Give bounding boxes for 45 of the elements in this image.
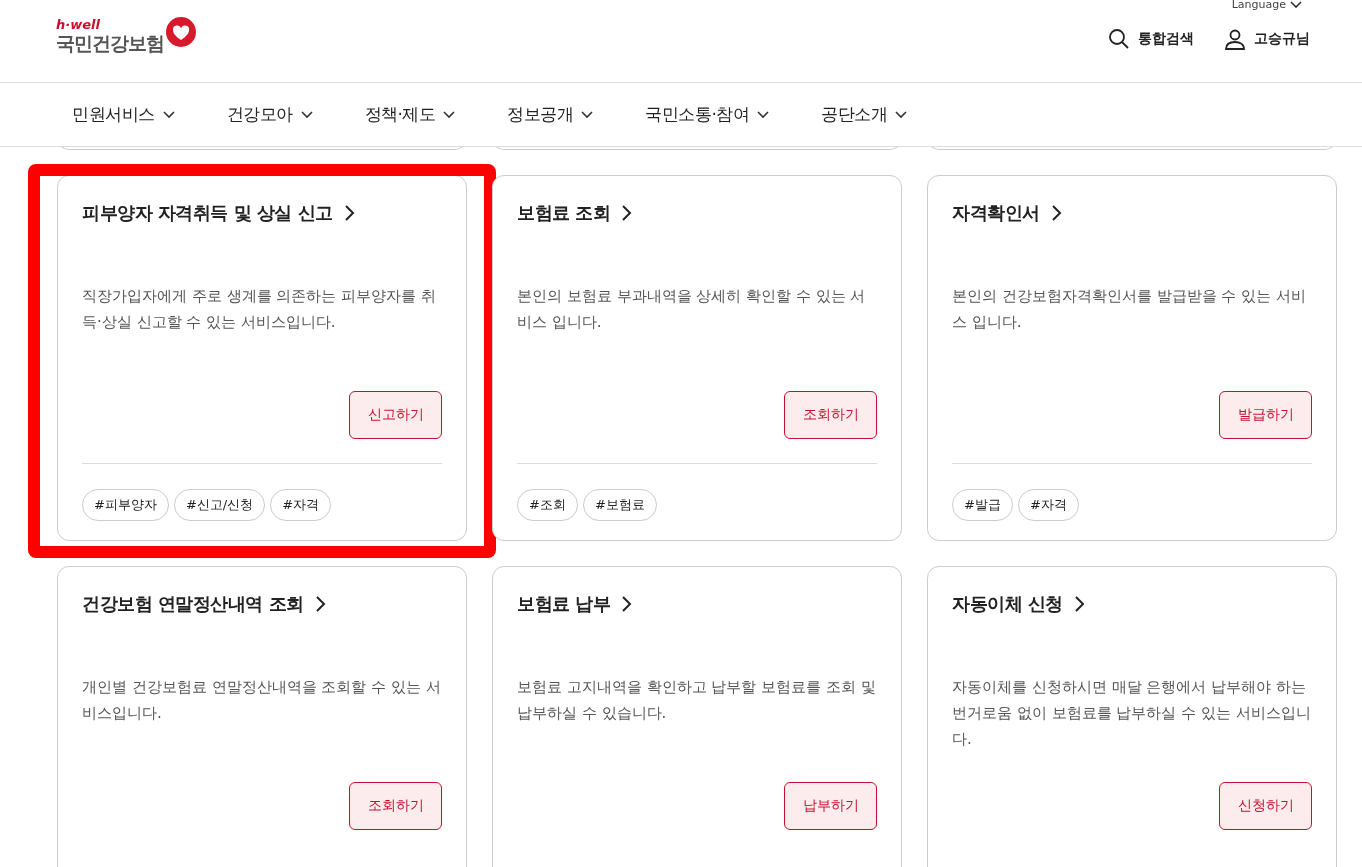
logo-tagline: h·well (56, 18, 101, 32)
chevron-right-icon (1051, 205, 1062, 221)
nav-menu-item[interactable]: 정보공개 (507, 103, 594, 126)
card-title-link[interactable]: 자동이체 신청 (952, 592, 1312, 616)
action-button[interactable]: 신고하기 (349, 391, 442, 439)
card-title-link[interactable]: 보험료 조회 (517, 201, 877, 225)
caret-icon (1290, 0, 1302, 9)
caret-icon (757, 110, 770, 119)
caret-icon (162, 110, 175, 119)
user-icon (1224, 28, 1246, 50)
nav-menu-item[interactable]: 민원서비스 (72, 103, 175, 126)
logo-name: 국민건강보험 (56, 32, 164, 54)
caret-icon (895, 110, 908, 119)
heart-logo-icon (164, 16, 198, 50)
card-title-link[interactable]: 피부양자 자격취득 및 상실 신고 (82, 201, 442, 225)
nav-menu-item[interactable]: 공단소개 (821, 103, 908, 126)
chevron-right-icon (315, 596, 326, 612)
chevron-right-icon (622, 596, 633, 612)
card-title-link[interactable]: 자격확인서 (952, 201, 1312, 225)
action-button[interactable]: 발급하기 (1219, 391, 1312, 439)
caret-icon (300, 110, 313, 119)
caret-icon (581, 110, 594, 119)
action-button[interactable]: 조회하기 (349, 782, 442, 830)
user-button[interactable]: 고승규님 (1224, 28, 1310, 50)
search-icon (1108, 28, 1130, 50)
card-description: 자동이체를 신청하시면 매달 은행에서 납부해야 하는 번거로움 없이 보험료를 납부하실 수 있는 서비스입니다. (952, 677, 1312, 750)
card-title-link[interactable]: 건강보험 연말정산내역 조회 (82, 592, 442, 616)
chevron-right-icon (622, 205, 633, 221)
nav-menu-item[interactable]: 건강모아 (226, 103, 313, 126)
card-description: 본인의 보험료 부과내역을 상세히 확인할 수 있는 서비스 입니다. (517, 286, 867, 333)
caret-icon (443, 110, 456, 119)
card-description: 개인별 건강보험료 연말정산내역을 조회할 수 있는 서비스입니다. (82, 677, 442, 724)
card-description: 직장가입자에게 주로 생계를 의존하는 피부양자를 취득·상실 신고할 수 있는 서비스입니다. (82, 286, 437, 333)
card-title-link[interactable]: 보험료 납부 (517, 592, 877, 616)
search-button[interactable]: 통합검색 (1108, 28, 1194, 50)
action-button[interactable]: 조회하기 (784, 391, 877, 439)
language-menu[interactable]: Language (1231, 0, 1302, 11)
card-description: 본인의 건강보험자격확인서를 발급받을 수 있는 서비스 입니다. (952, 286, 1307, 333)
chevron-right-icon (344, 205, 355, 221)
action-button[interactable]: 납부하기 (784, 782, 877, 830)
nav-menu-item[interactable]: 국민소통·참여 (645, 103, 770, 126)
action-button[interactable]: 신청하기 (1219, 782, 1312, 830)
nav-menu-item[interactable]: 정책·제도 (364, 103, 456, 126)
chevron-right-icon (1074, 596, 1085, 612)
card-description: 보험료 고지내역을 확인하고 납부할 보험료를 조회 및 납부하실 수 있습니다. (517, 677, 877, 724)
